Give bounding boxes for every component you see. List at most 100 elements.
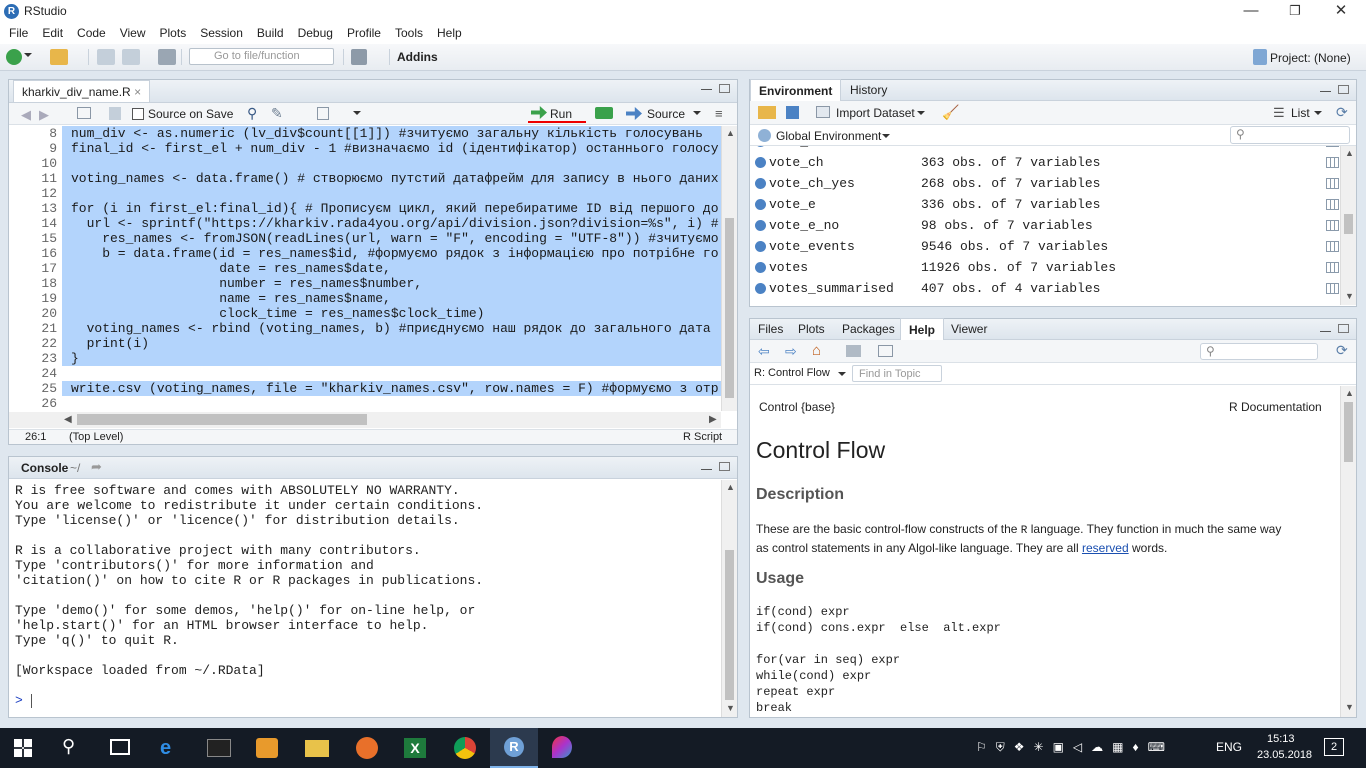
tab-viewer[interactable]: Viewer — [943, 318, 995, 340]
view-data-icon[interactable] — [1326, 283, 1339, 294]
print-icon[interactable] — [846, 345, 861, 357]
tab-plots[interactable]: Plots — [790, 318, 833, 340]
search-icon[interactable]: ⚲ — [247, 105, 257, 122]
workspace-panes-icon[interactable] — [351, 49, 367, 65]
go-to-directory-icon[interactable]: ➦ — [91, 459, 102, 475]
refresh-icon[interactable]: ⟳ — [1336, 104, 1348, 121]
environment-row[interactable]: votes 11926 obs. of 7 variables — [752, 258, 1342, 279]
view-data-icon[interactable] — [1326, 220, 1339, 231]
forward-arrow-icon[interactable]: ▶ — [39, 107, 49, 123]
show-in-window-icon[interactable] — [878, 345, 893, 357]
expand-object-icon[interactable] — [755, 220, 766, 231]
maximize-pane-icon[interactable] — [719, 462, 730, 471]
view-data-icon[interactable] — [1326, 146, 1339, 147]
environment-row[interactable]: vote_ch 363 obs. of 7 variables — [752, 153, 1342, 174]
project-menu[interactable]: Project: (None) — [1270, 51, 1351, 65]
search-icon[interactable]: ⚲ — [62, 736, 75, 757]
file-type-selector[interactable]: R Script — [683, 431, 722, 443]
menu-item-plots[interactable]: Plots — [153, 24, 194, 42]
expand-object-icon[interactable] — [755, 241, 766, 252]
tab-files[interactable]: Files — [750, 318, 791, 340]
menu-item-debug[interactable]: Debug — [291, 24, 340, 42]
back-arrow-icon[interactable]: ⇦ — [758, 343, 770, 360]
environment-row[interactable]: vote_e 336 obs. of 7 variables — [752, 195, 1342, 216]
minimize-pane-icon[interactable] — [1320, 91, 1331, 95]
environment-row[interactable]: vote_e_no 98 obs. of 7 variables — [752, 216, 1342, 237]
run-button[interactable]: Run — [550, 107, 572, 121]
clock-date[interactable]: 23.05.2018 — [1257, 749, 1312, 761]
environment-search-input[interactable]: ⚲ — [1230, 126, 1350, 144]
chevron-down-icon[interactable] — [882, 134, 890, 142]
menu-item-edit[interactable]: Edit — [35, 24, 70, 42]
help-search-input[interactable]: ⚲ — [1200, 343, 1318, 360]
view-data-icon[interactable] — [1326, 241, 1339, 252]
minimize-button[interactable]: — — [1228, 0, 1274, 24]
menu-item-file[interactable]: File — [2, 24, 35, 42]
environment-row[interactable]: vote_events 9546 obs. of 7 variables — [752, 237, 1342, 258]
expand-object-icon[interactable] — [755, 262, 766, 273]
close-button[interactable]: ✕ — [1318, 0, 1364, 24]
addins-menu[interactable]: Addins — [397, 50, 438, 64]
menu-item-profile[interactable]: Profile — [340, 24, 388, 42]
source-arrow-icon[interactable] — [626, 107, 642, 120]
code-tools-wand-icon[interactable]: ✎ — [271, 105, 283, 122]
tab-environment[interactable]: Environment — [750, 79, 842, 101]
source-button[interactable]: Source — [647, 107, 685, 121]
tab-history[interactable]: History — [842, 79, 895, 101]
environment-row[interactable]: vote_diff 5106 obs. of 4 variables — [752, 146, 1342, 153]
chevron-down-icon[interactable] — [838, 372, 846, 380]
maximize-pane-icon[interactable] — [1338, 324, 1349, 333]
source-on-save-checkbox[interactable] — [132, 108, 144, 120]
maximize-button[interactable]: ❐ — [1272, 0, 1318, 24]
notification-center-icon[interactable]: 2 — [1324, 738, 1344, 756]
code-line[interactable]: print(i) — [71, 336, 149, 351]
expand-object-icon[interactable] — [755, 146, 766, 147]
import-dataset-button[interactable]: Import Dataset — [836, 106, 915, 120]
close-tab-icon[interactable]: × — [134, 85, 141, 99]
firefox-icon[interactable] — [356, 737, 378, 759]
media-player-icon[interactable] — [256, 738, 278, 758]
expand-object-icon[interactable] — [755, 157, 766, 168]
view-data-icon[interactable] — [1326, 178, 1339, 189]
clear-broom-icon[interactable]: 🧹 — [942, 104, 959, 121]
code-line[interactable]: voting_names <- rbind (voting_names, b) … — [71, 321, 711, 336]
global-environment-selector[interactable]: Global Environment — [776, 129, 881, 143]
clock-time[interactable]: 15:13 — [1267, 733, 1295, 745]
code-line[interactable]: num_div <- as.numeric (lv_div$count[[1]]… — [71, 126, 703, 141]
show-in-window-icon[interactable] — [77, 107, 91, 119]
find-in-topic-input[interactable]: Find in Topic — [852, 365, 942, 382]
scope-selector[interactable]: (Top Level) — [69, 431, 123, 443]
compile-report-icon[interactable] — [317, 107, 329, 120]
environment-vscroll[interactable]: ▲ ▼ — [1340, 146, 1356, 305]
tab-help[interactable]: Help — [900, 318, 945, 340]
chrome-icon[interactable] — [454, 737, 476, 759]
menu-item-build[interactable]: Build — [250, 24, 291, 42]
rerun-icon[interactable] — [595, 107, 613, 119]
code-line[interactable]: write.csv (voting_names, file = "kharkiv… — [71, 381, 719, 396]
chevron-down-icon[interactable] — [353, 111, 361, 119]
outline-icon[interactable]: ≡ — [715, 106, 723, 121]
expand-object-icon[interactable] — [755, 199, 766, 210]
open-file-icon[interactable] — [50, 49, 68, 65]
home-icon[interactable]: ⌂ — [812, 342, 821, 359]
run-arrow-icon[interactable] — [531, 106, 547, 119]
list-view-selector[interactable]: List — [1291, 106, 1310, 120]
save-workspace-icon[interactable] — [786, 106, 799, 119]
goto-file-input[interactable]: Go to file/function — [189, 48, 334, 65]
save-all-icon[interactable] — [122, 49, 140, 65]
menu-item-code[interactable]: Code — [70, 24, 113, 42]
load-workspace-icon[interactable] — [758, 106, 776, 119]
tab-packages[interactable]: Packages — [834, 318, 903, 340]
print-icon[interactable] — [158, 49, 176, 65]
topic-selector[interactable]: R: Control Flow — [754, 367, 830, 379]
chevron-down-icon[interactable] — [693, 111, 701, 119]
excel-icon[interactable]: X — [404, 738, 426, 758]
minimize-pane-icon[interactable] — [701, 469, 712, 473]
minimize-pane-icon[interactable] — [1320, 331, 1331, 335]
menu-item-tools[interactable]: Tools — [388, 24, 430, 42]
help-vscroll[interactable]: ▲ ▼ — [1340, 386, 1356, 717]
view-data-icon[interactable] — [1326, 199, 1339, 210]
editor-tab[interactable]: kharkiv_div_name.R × — [13, 80, 151, 102]
refresh-icon[interactable]: ⟳ — [1336, 342, 1348, 359]
code-line[interactable]: clock_time = res_names$clock_time) — [71, 306, 484, 321]
